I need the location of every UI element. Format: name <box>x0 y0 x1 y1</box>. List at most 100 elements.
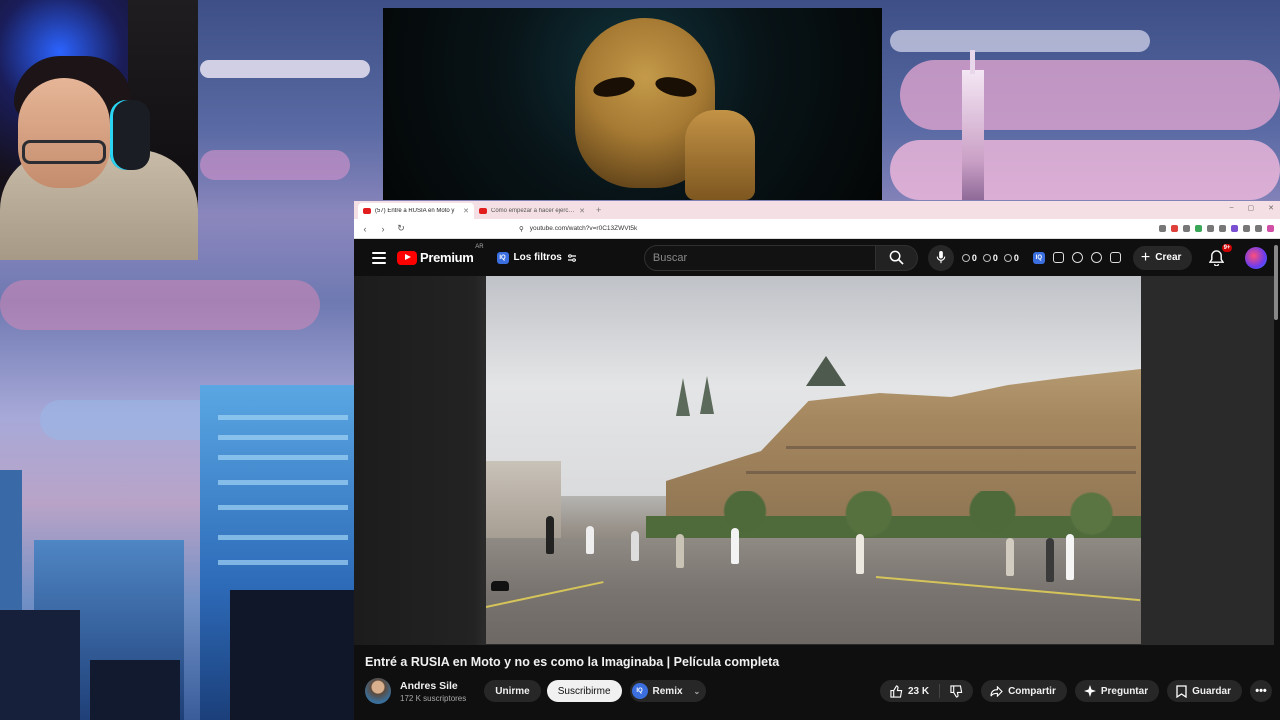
subscribe-button[interactable]: Suscribirme <box>546 680 622 702</box>
scene-dog <box>491 581 509 591</box>
video-meta-row: Andres Sile 172 K suscriptores Unirme Su… <box>365 677 1272 705</box>
alien-hand <box>685 110 755 200</box>
extension-icon[interactable] <box>1195 225 1202 232</box>
filters-button[interactable]: IQ Los filtros <box>496 251 577 264</box>
toolbar-icons: IQ <box>1032 251 1121 264</box>
tab-bar: (57) Entré a RUSIA en Moto y ✕ Cómo empe… <box>354 201 1280 219</box>
eye-icon <box>982 253 991 262</box>
forward-icon[interactable]: › <box>378 224 388 234</box>
maximize-icon[interactable]: ▢ <box>1248 204 1255 212</box>
extension-icon[interactable] <box>1267 225 1274 232</box>
search-button[interactable] <box>875 244 918 271</box>
thumbs-up-icon <box>890 684 903 698</box>
stat-clock: 0 <box>961 253 977 263</box>
filters-label: Los filtros <box>513 252 562 263</box>
iq-extension-icon[interactable]: IQ <box>1032 251 1045 264</box>
ask-button[interactable]: Preguntar <box>1074 680 1160 702</box>
video-frame[interactable] <box>486 276 1141 644</box>
save-button[interactable]: Guardar <box>1167 680 1242 702</box>
cloud <box>0 280 320 330</box>
extension-icons <box>1159 225 1274 232</box>
back-icon[interactable]: ‹ <box>360 224 370 234</box>
create-button[interactable]: + Crear <box>1132 245 1193 270</box>
thumbs-down-icon <box>950 684 963 698</box>
youtube-masthead: Premium AR IQ Los filtros 0 0 0 IQ <box>354 239 1280 276</box>
bookmark-icon <box>1176 684 1187 698</box>
clock-icon <box>961 253 970 262</box>
scene-person <box>676 534 684 568</box>
join-button[interactable]: Unirme <box>484 680 541 702</box>
stat-value: 0 <box>1013 252 1019 263</box>
logo-text: Premium <box>420 250 474 265</box>
close-window-icon[interactable]: ✕ <box>1268 204 1274 212</box>
video-title: Entré a RUSIA en Moto y no es como la Im… <box>365 655 780 669</box>
search-icon <box>889 250 904 265</box>
webcam-person-face <box>18 78 110 188</box>
extension-icon[interactable] <box>1171 225 1178 232</box>
stat-views: 0 <box>982 252 998 263</box>
browser-window: (57) Entré a RUSIA en Moto y ✕ Cómo empe… <box>354 201 1280 720</box>
minimize-icon[interactable]: – <box>1230 204 1234 212</box>
scene-window-row <box>786 446 1136 449</box>
chevron-down-icon: ⌄ <box>693 686 701 696</box>
youtube-favicon-icon <box>479 208 487 214</box>
scene-person <box>586 526 594 554</box>
scene-window-row <box>746 471 1136 474</box>
extension-icon[interactable] <box>1243 225 1250 232</box>
site-info-icon[interactable]: ⚲ <box>519 225 524 233</box>
url-field[interactable]: ⚲ youtube.com/watch?v=r0C13ZWVt5k <box>519 222 1039 236</box>
page-scrollbar[interactable] <box>1274 245 1278 320</box>
video-player[interactable] <box>354 276 1274 645</box>
notification-count-badge: 9+ <box>1221 243 1233 252</box>
sparkle-icon[interactable] <box>1109 252 1121 263</box>
like-button[interactable]: 23 K <box>880 684 941 698</box>
account-avatar[interactable] <box>1245 246 1268 269</box>
extension-stats: 0 0 0 <box>961 252 1019 263</box>
iq-badge-icon: IQ <box>496 251 509 264</box>
channel-avatar[interactable] <box>365 678 391 704</box>
alien-eye <box>591 73 637 101</box>
scene-spire <box>676 378 690 416</box>
queue-icon[interactable] <box>1052 252 1064 263</box>
share-button[interactable]: Compartir <box>981 680 1067 702</box>
new-tab-icon[interactable]: + <box>596 205 601 215</box>
notifications-button[interactable]: 9+ <box>1207 243 1233 267</box>
search-input[interactable] <box>652 251 875 264</box>
channel-info: Andres Sile 172 K suscriptores <box>400 680 466 703</box>
tab-inactive[interactable]: Cómo empezar a hacer ejercicio ✕ <box>474 203 590 219</box>
save-label: Guardar <box>1192 685 1231 697</box>
tab-active[interactable]: (57) Entré a RUSIA en Moto y ✕ <box>358 203 474 219</box>
youtube-logo[interactable]: Premium AR <box>397 244 484 265</box>
url-text: youtube.com/watch?v=r0C13ZWVt5k <box>529 225 638 232</box>
scene-person <box>1066 534 1074 580</box>
more-actions-button[interactable]: ••• <box>1250 680 1272 702</box>
like-dislike-group: 23 K <box>879 680 974 702</box>
extension-icon[interactable] <box>1219 225 1226 232</box>
menu-icon[interactable] <box>372 251 386 264</box>
stat-value: 0 <box>992 252 998 263</box>
scene-person <box>1006 538 1014 576</box>
dislike-button[interactable] <box>940 684 973 698</box>
extension-icon[interactable] <box>1255 225 1262 232</box>
extension-icon[interactable] <box>1183 225 1190 232</box>
reload-icon[interactable]: ↻ <box>396 223 406 234</box>
eye-off-icon <box>1003 253 1012 262</box>
voice-search-button[interactable] <box>927 244 954 271</box>
trophy-icon[interactable] <box>1071 252 1083 263</box>
scene-person <box>546 516 554 554</box>
chat-icon[interactable] <box>1090 252 1102 263</box>
extension-icon[interactable] <box>1207 225 1214 232</box>
youtube-play-icon <box>397 250 417 265</box>
extension-icon[interactable] <box>1231 225 1238 232</box>
channel-name[interactable]: Andres Sile <box>400 680 466 692</box>
scene-roof <box>806 356 846 386</box>
youtube-favicon-icon <box>363 208 371 214</box>
extension-icon[interactable] <box>1159 225 1166 232</box>
scene-person <box>731 528 739 564</box>
address-bar: ‹ › ↻ ⚲ youtube.com/watch?v=r0C13ZWVt5k <box>354 219 1280 239</box>
remix-button[interactable]: IQ Remix ⌄ <box>629 680 707 702</box>
close-tab-icon[interactable]: ✕ <box>463 207 469 215</box>
cloud <box>900 60 1280 130</box>
region-code: AR <box>475 244 484 250</box>
close-tab-icon[interactable]: ✕ <box>579 207 585 215</box>
